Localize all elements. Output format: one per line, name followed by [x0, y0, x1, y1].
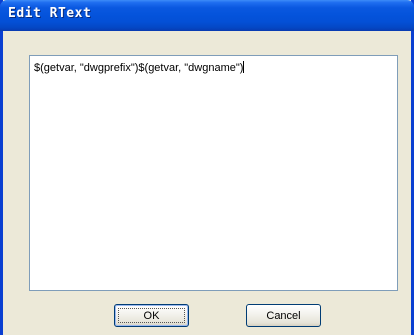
focus-rect	[118, 308, 185, 323]
cancel-button[interactable]: Cancel	[246, 304, 321, 327]
title-bar[interactable]: Edit RText	[0, 0, 414, 31]
rtext-value: $(getvar, "dwgprefix")$(getvar, "dwgname…	[34, 62, 244, 74]
rtext-text-area[interactable]: $(getvar, "dwgprefix")$(getvar, "dwgname…	[29, 55, 398, 291]
dialog-title: Edit RText	[8, 6, 92, 21]
edit-rtext-dialog: Edit RText $(getvar, "dwgprefix")$(getva…	[0, 0, 414, 335]
cancel-button-label: Cancel	[266, 309, 301, 322]
ok-button[interactable]: OK	[114, 304, 189, 327]
text-caret	[243, 61, 245, 73]
